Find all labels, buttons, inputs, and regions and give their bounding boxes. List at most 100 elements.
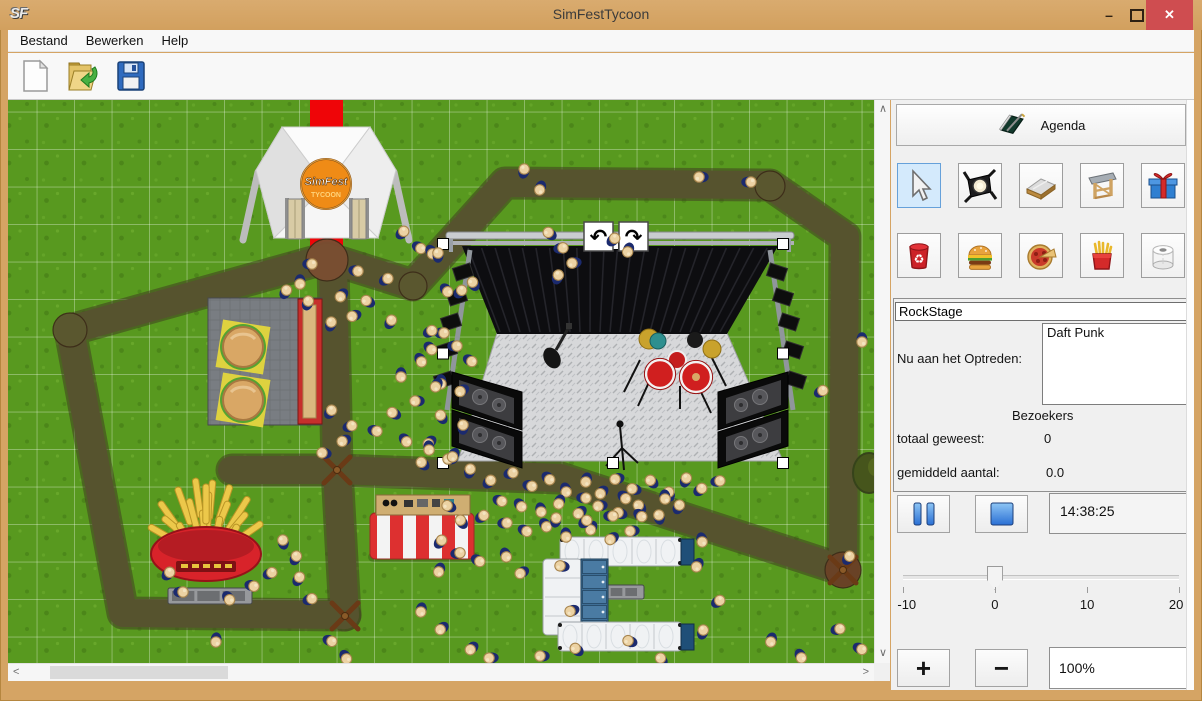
path-node <box>755 171 785 201</box>
pizza-icon <box>1023 238 1059 274</box>
scroll-right-icon[interactable]: > <box>863 667 869 678</box>
app-window: SF SimFestTycoon – ✕ BestandBewerkenHelp <box>0 0 1202 701</box>
stage-name-input[interactable] <box>895 302 1187 321</box>
open-file-button[interactable] <box>64 57 102 95</box>
slider-label: 20 <box>1169 597 1183 612</box>
toilet-paper-tool-button[interactable] <box>1141 233 1185 278</box>
select-icon <box>901 168 937 204</box>
gift-icon <box>1145 168 1181 204</box>
svg-text:♻: ♻ <box>914 252 925 266</box>
titlebar: SF SimFestTycoon – ✕ <box>0 0 1202 30</box>
visitor[interactable] <box>410 396 425 407</box>
stop-button[interactable] <box>975 495 1028 533</box>
path-tool-button[interactable] <box>1019 163 1063 208</box>
menu-bewerken[interactable]: Bewerken <box>77 31 153 50</box>
window-title: SimFestTycoon <box>0 6 1202 22</box>
visitor[interactable] <box>447 341 462 352</box>
performer-listbox[interactable]: Daft Punk <box>1042 323 1189 405</box>
burger-tool-button[interactable] <box>958 233 1002 278</box>
agenda-label: Agenda <box>1041 118 1086 133</box>
speed-slider: -1001020 <box>903 555 1179 617</box>
selection-handle[interactable] <box>608 458 619 469</box>
minus-icon: − <box>994 658 1009 678</box>
festival-map-canvas[interactable]: SimFestTYCOON↶↷ <box>8 100 874 663</box>
svg-text:TYCOON: TYCOON <box>311 192 341 199</box>
visitor[interactable] <box>741 177 756 188</box>
selection-handle[interactable] <box>778 348 789 359</box>
pizza-tool-button[interactable] <box>1019 233 1063 278</box>
visitor[interactable] <box>173 587 188 598</box>
horizontal-scroll-thumb[interactable] <box>50 666 228 679</box>
trashcan-tool-button[interactable]: ♻ <box>897 233 941 278</box>
slider-label: -10 <box>897 597 916 612</box>
average-visitors-label: gemiddeld aantal: <box>897 465 1000 480</box>
visitor[interactable] <box>535 651 550 662</box>
path-icon <box>1023 168 1059 204</box>
visitor[interactable] <box>295 274 306 289</box>
scrollbar-corner <box>874 663 890 681</box>
menubar: BestandBewerkenHelp <box>8 30 1194 52</box>
scroll-up-icon[interactable]: ∧ <box>879 104 887 115</box>
side-panel: Agenda ♻ Nu aan het Optreden: Daft Punk … <box>891 100 1194 690</box>
slider-label: 0 <box>991 597 998 612</box>
burger-icon <box>962 238 998 274</box>
pause-icon <box>908 500 940 528</box>
visitor[interactable] <box>603 511 618 522</box>
slider-tick <box>995 587 996 593</box>
slider-tick <box>1087 587 1088 593</box>
toilet-paper-icon <box>1145 238 1181 274</box>
save-icon <box>115 59 147 93</box>
zoom-in-button[interactable]: + <box>897 649 950 687</box>
selection-handle[interactable] <box>778 239 789 250</box>
agenda-button[interactable]: Agenda <box>896 104 1186 146</box>
map-horizontal-scrollbar[interactable]: < > <box>8 663 874 681</box>
gift-tool-button[interactable] <box>1141 163 1185 208</box>
clock-value: 14:38:25 <box>1060 503 1115 519</box>
open-file-icon <box>65 59 101 93</box>
visitor[interactable] <box>694 172 709 183</box>
menu-help[interactable]: Help <box>153 31 198 50</box>
now-performing-label: Nu aan het Optreden: <box>897 351 1022 366</box>
minimize-icon: – <box>1105 7 1113 23</box>
rotate-arrow-icon: ↶ <box>590 225 608 249</box>
visitor[interactable] <box>302 259 317 270</box>
burger-stand[interactable] <box>208 298 322 427</box>
close-icon: ✕ <box>1164 7 1175 23</box>
zoom-out-button[interactable]: − <box>975 649 1028 687</box>
spotlight-icon <box>962 168 998 204</box>
spotlight-tool-button[interactable] <box>958 163 1002 208</box>
minimize-button[interactable]: – <box>1095 0 1123 30</box>
close-button[interactable]: ✕ <box>1146 0 1193 30</box>
visitor[interactable] <box>857 332 868 347</box>
zoom-level-field[interactable]: 100% <box>1049 647 1187 689</box>
fries-tool-button[interactable] <box>1080 233 1124 278</box>
menu-bestand[interactable]: Bestand <box>11 31 77 50</box>
selection-handle[interactable] <box>778 458 789 469</box>
map-vertical-scrollbar[interactable]: ∧ ∨ <box>874 100 890 663</box>
scroll-down-icon[interactable]: ∨ <box>879 648 887 659</box>
scroll-left-icon[interactable]: < <box>13 667 19 678</box>
visitor[interactable] <box>433 248 444 263</box>
panel-edge-strip <box>1186 100 1194 690</box>
trashcan-icon: ♻ <box>901 238 937 274</box>
stop-icon <box>987 500 1017 528</box>
rotate-left-button[interactable]: ↶ <box>584 222 613 251</box>
maximize-icon <box>1130 9 1144 22</box>
visitor[interactable] <box>458 420 469 435</box>
save-button[interactable] <box>112 57 150 95</box>
stage-tool-button[interactable] <box>1080 163 1124 208</box>
zoom-level-value: 100% <box>1059 660 1095 676</box>
agenda-book-icon <box>997 110 1027 140</box>
visitors-header: Bezoekers <box>1012 408 1073 423</box>
selection-handle[interactable] <box>438 348 449 359</box>
pause-button[interactable] <box>897 495 950 533</box>
plus-icon: + <box>916 658 931 678</box>
fries-icon <box>1084 238 1120 274</box>
slider-tick <box>1179 587 1180 593</box>
performer-item[interactable]: Daft Punk <box>1047 325 1104 340</box>
select-tool-button[interactable] <box>897 163 941 208</box>
new-file-button[interactable] <box>16 57 54 95</box>
visitor[interactable] <box>396 367 407 382</box>
slider-track[interactable] <box>903 575 1179 580</box>
total-visitors-value: 0 <box>1044 431 1051 446</box>
